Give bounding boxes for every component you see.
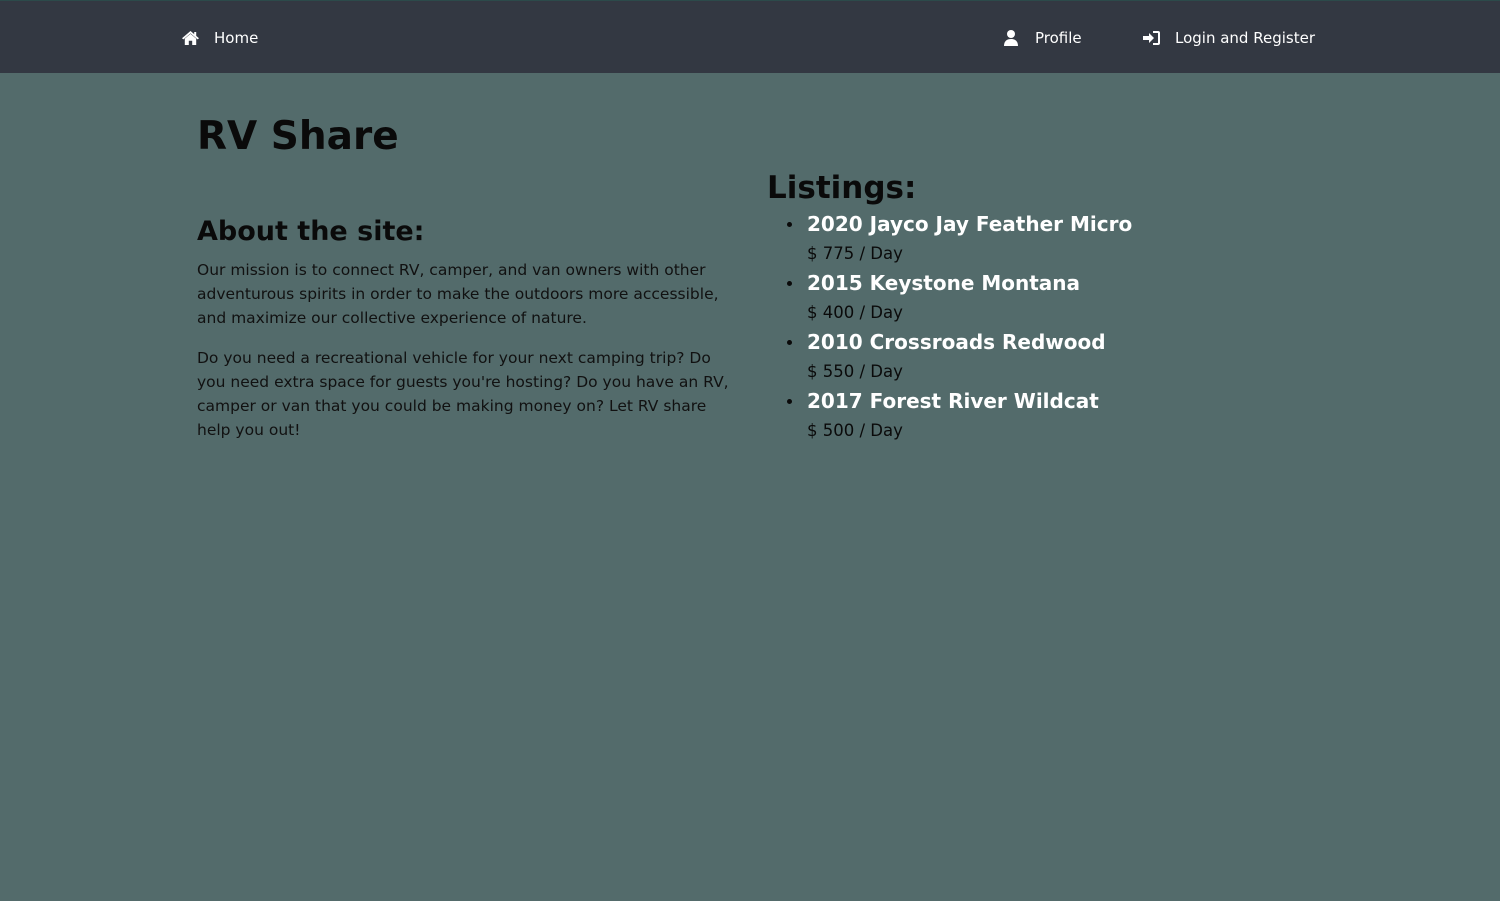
nav-login-register-label: Login and Register [1175,28,1315,47]
listing-price: $ 500 / Day [807,421,903,440]
listing-name[interactable]: 2010 Crossroads Redwood [807,326,1327,359]
nav-profile-label: Profile [1035,28,1082,47]
listing-name[interactable]: 2017 Forest River Wildcat [807,385,1327,418]
sign-in-icon [1141,28,1161,48]
listing-name[interactable]: 2015 Keystone Montana [807,267,1327,300]
listings-list: 2020 Jayco Jay Feather Micro $ 775 / Day… [767,208,1327,444]
listing-item[interactable]: 2017 Forest River Wildcat $ 500 / Day [767,385,1327,444]
listing-item[interactable]: 2020 Jayco Jay Feather Micro $ 775 / Day [767,208,1327,267]
listing-price: $ 550 / Day [807,362,903,381]
listing-item[interactable]: 2010 Crossroads Redwood $ 550 / Day [767,326,1327,385]
listing-item[interactable]: 2015 Keystone Montana $ 400 / Day [767,267,1327,326]
about-paragraph-mission: Our mission is to connect RV, camper, an… [197,261,719,327]
listings-heading: Listings: [767,170,917,206]
about-heading: About the site: [197,216,425,247]
top-navbar: Home Profile Login and Register [0,0,1500,73]
listings-section: Listings: 2020 Jayco Jay Feather Micro $… [767,168,1327,444]
listing-price: $ 775 / Day [807,244,903,263]
page-title: RV Share [197,114,399,159]
listing-price: $ 400 / Day [807,303,903,322]
list-bullet [787,222,792,227]
user-icon [1001,28,1021,48]
listing-name[interactable]: 2020 Jayco Jay Feather Micro [807,208,1327,241]
nav-login-register-link[interactable]: Login and Register [1141,1,1315,74]
nav-profile-link[interactable]: Profile [1001,1,1082,74]
home-icon [180,28,200,48]
nav-home-label: Home [214,28,259,47]
nav-home-link[interactable]: Home [180,1,258,74]
about-section: About the site: Our mission is to connec… [197,214,742,458]
about-paragraph-pitch: Do you need a recreational vehicle for y… [197,349,729,439]
list-bullet [787,281,792,286]
list-bullet [787,399,792,404]
list-bullet [787,340,792,345]
